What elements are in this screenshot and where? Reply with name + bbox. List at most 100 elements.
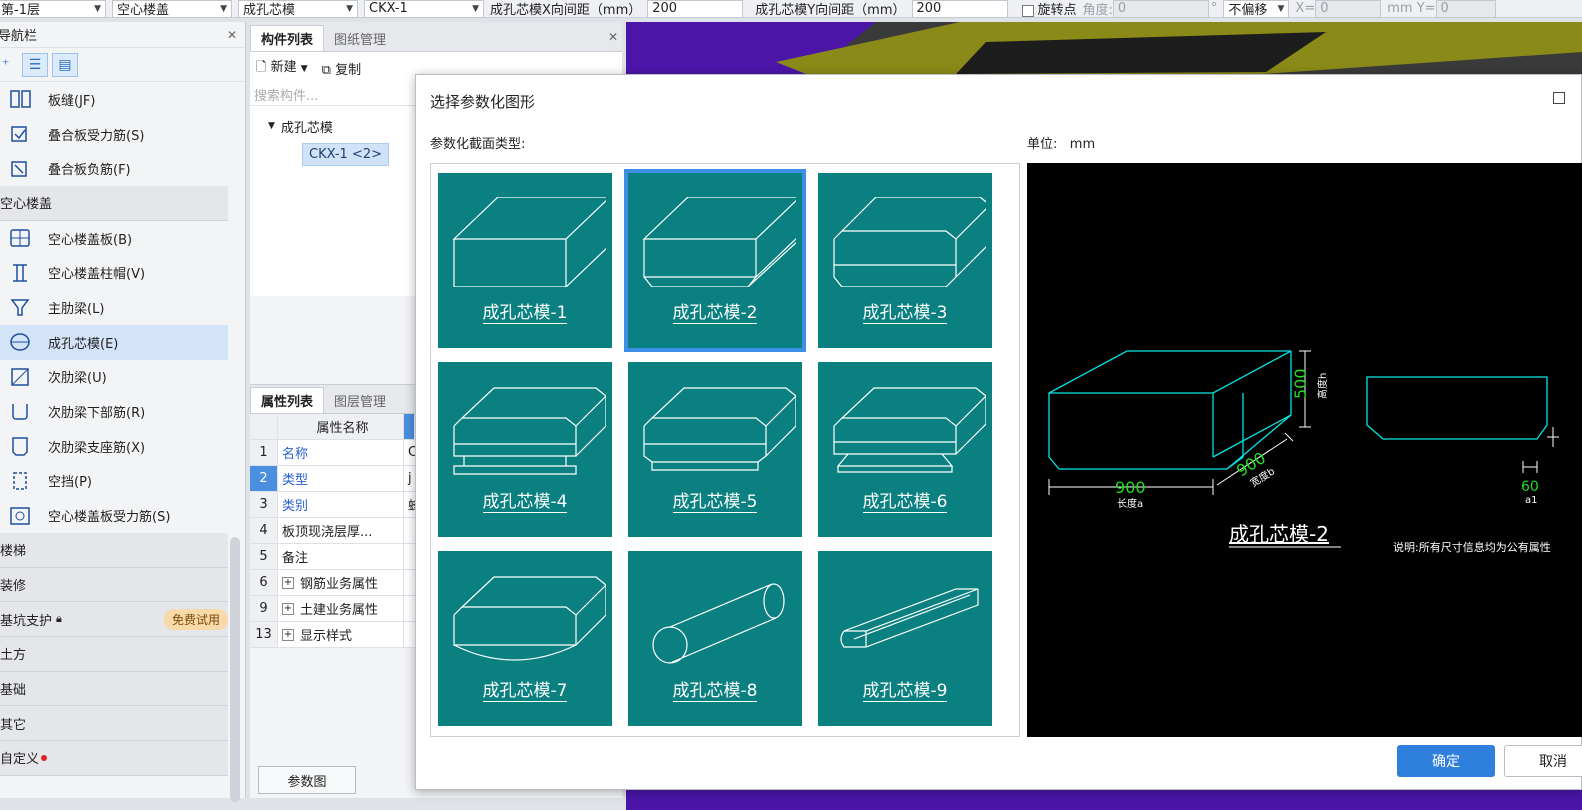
nav-category-decoration[interactable]: 装修 bbox=[0, 567, 228, 603]
degree-unit: ° bbox=[1210, 1, 1218, 16]
shape-5-icon bbox=[643, 387, 796, 471]
nav-category-other[interactable]: 其它 bbox=[0, 706, 228, 742]
dim-height: 500 bbox=[1291, 368, 1310, 399]
nav-scrollbar[interactable] bbox=[230, 537, 240, 802]
new-button[interactable]: 🗋︎ 新建 ▼ bbox=[256, 56, 308, 80]
nav-item-main-rib-beam[interactable]: 主肋梁(L) bbox=[0, 290, 228, 325]
chevron-down-icon: ▼ bbox=[472, 3, 479, 14]
free-trial-badge[interactable]: 免费试用 bbox=[163, 608, 228, 630]
shape-4-icon bbox=[453, 387, 606, 475]
nav-category-custom[interactable]: 自定义 bbox=[0, 741, 228, 776]
shape-tile-4[interactable]: 成孔芯模-4 bbox=[438, 362, 612, 537]
offset-select[interactable]: 不偏移 ▼ bbox=[1223, 0, 1290, 18]
nav-item-hollow-slab-rebar[interactable]: 空心楼盖板受力筋(S) bbox=[0, 498, 228, 533]
tree-item-ckx1[interactable]: CKX-1 <2> bbox=[302, 142, 390, 166]
preview-note: 说明:所有尺寸信息均为公有属性 bbox=[1393, 540, 1551, 554]
shape-tile-7[interactable]: 成孔芯模-7 bbox=[438, 551, 612, 726]
expand-icon[interactable]: ⁺ bbox=[2, 57, 18, 73]
nav-category-stairs[interactable]: 楼梯 bbox=[0, 532, 228, 568]
nav-item-column-cap[interactable]: 空心楼盖柱帽(V) bbox=[0, 255, 228, 290]
x-coord-label: X= bbox=[1295, 1, 1316, 16]
nav-item-hollow-core[interactable]: 成孔芯模(E) bbox=[0, 324, 228, 360]
nav-header: 导航栏 ✕ bbox=[0, 22, 245, 48]
tab-drawing-management[interactable]: 图纸管理 bbox=[324, 25, 396, 51]
y-coord-input[interactable]: 0 bbox=[1435, 0, 1496, 18]
new-file-icon: 🗋︎ bbox=[256, 60, 267, 75]
ok-button[interactable]: 确定 bbox=[1397, 745, 1495, 777]
shape-tile-6[interactable]: 成孔芯模-6 bbox=[818, 362, 992, 537]
expand-plus-icon[interactable]: + bbox=[282, 602, 294, 615]
cancel-button[interactable]: 取消 bbox=[1504, 745, 1582, 777]
expand-plus-icon[interactable]: + bbox=[282, 628, 294, 641]
chevron-down-icon: ▼ bbox=[1277, 3, 1285, 14]
nav-item-slab-joint[interactable]: 板缝(JF) bbox=[0, 82, 228, 117]
dialog-title: 选择参数化图形 bbox=[430, 93, 536, 111]
section-type-label: 参数化截面类型: bbox=[430, 137, 526, 152]
composite-neg-rebar-icon bbox=[8, 158, 32, 180]
top-toolbar: 第-1层 ▼ 空心楼盖 ▼ 成孔芯模 ▼ CKX-1 ▼ 成孔芯模X向间距（mm） 20… bbox=[0, 0, 1582, 18]
shape-grid-scrollbar[interactable] bbox=[1019, 270, 1020, 674]
x-spacing-input[interactable]: 200 bbox=[647, 0, 744, 18]
expand-plus-icon[interactable]: + bbox=[282, 576, 294, 589]
x-spacing-label: 成孔芯模X向间距（mm） bbox=[490, 3, 642, 18]
parameter-diagram-button[interactable]: 参数图 bbox=[258, 766, 356, 794]
nav-category-earthwork[interactable]: 土方 bbox=[0, 637, 228, 672]
angle-input[interactable]: 0 bbox=[1112, 0, 1209, 18]
nav-title: 导航栏 bbox=[0, 29, 38, 44]
shape-tile-3[interactable]: 成孔芯模-3 bbox=[818, 173, 992, 348]
rotate-point-toggle[interactable]: 旋转点 bbox=[1021, 0, 1077, 18]
slab-joint-icon bbox=[8, 88, 32, 110]
category-select[interactable]: 空心楼盖 ▼ bbox=[112, 0, 232, 18]
shape-6-icon bbox=[833, 387, 986, 473]
shape-tile-8[interactable]: 成孔芯模-8 bbox=[628, 551, 802, 726]
x-coord-input[interactable]: 0 bbox=[1315, 0, 1382, 18]
component-tabs: 构件列表 图纸管理 ✕ bbox=[250, 22, 622, 52]
close-icon[interactable]: ✕ bbox=[227, 28, 237, 42]
y-spacing-input[interactable]: 200 bbox=[911, 0, 1008, 18]
y-coord-label: mm Y= bbox=[1387, 1, 1436, 16]
copy-button[interactable]: ⧉ 复制 bbox=[322, 59, 361, 78]
copy-icon: ⧉ bbox=[321, 62, 331, 78]
tab-property-list[interactable]: 属性列表 bbox=[250, 387, 325, 413]
tab-layer-management[interactable]: 图层管理 bbox=[324, 387, 396, 413]
close-icon[interactable]: ✕ bbox=[608, 30, 618, 44]
dim-chamfer-label: a1 bbox=[1525, 495, 1538, 506]
nav-category-pit-support[interactable]: 基坑支护 🔒︎ 免费试用 bbox=[0, 602, 228, 637]
shape-1-icon bbox=[452, 197, 606, 287]
tab-component-list[interactable]: 构件列表 bbox=[250, 25, 325, 51]
chevron-down-icon: ▼ bbox=[220, 3, 227, 14]
nav-item-gap[interactable]: 空挡(P) bbox=[0, 464, 228, 499]
unit-value: mm bbox=[1069, 137, 1096, 152]
unit-label: 单位: mm bbox=[1027, 137, 1096, 152]
shape-7-icon bbox=[453, 576, 606, 661]
rib-beam-icon bbox=[8, 296, 32, 318]
maximize-icon[interactable] bbox=[1553, 92, 1565, 104]
shape-tile-5[interactable]: 成孔芯模-5 bbox=[628, 362, 802, 537]
shape-tile-1[interactable]: 成孔芯模-1 bbox=[438, 173, 612, 348]
shape-tile-2[interactable]: 成孔芯模-2 bbox=[624, 169, 806, 352]
nav-item-composite-neg-rebar[interactable]: 叠合板负筋(F) bbox=[0, 151, 228, 186]
detail-view-icon[interactable]: ▤ bbox=[52, 52, 78, 77]
chevron-down-icon: ▼ bbox=[346, 3, 353, 14]
nav-toolbar: ⁺ ☰ ▤ bbox=[0, 48, 245, 82]
dim-height-label: 高度h bbox=[1316, 373, 1329, 399]
shape-tile-9[interactable]: 成孔芯模-9 bbox=[818, 551, 992, 726]
checkbox-icon bbox=[1021, 4, 1034, 17]
app-window: 第-1层 ▼ 空心楼盖 ▼ 成孔芯模 ▼ CKX-1 ▼ 成孔芯模X向间距（mm） 20… bbox=[0, 0, 1582, 810]
type-select[interactable]: 成孔芯模 ▼ bbox=[238, 0, 358, 18]
hollow-core-icon bbox=[8, 331, 32, 353]
angle-label: 角度: bbox=[1082, 3, 1113, 18]
dim-length: 900 bbox=[1115, 478, 1146, 497]
nav-item-hollow-slab[interactable]: 空心楼盖板(B) bbox=[0, 221, 228, 256]
nav-category-foundation[interactable]: 基础 bbox=[0, 671, 228, 707]
floor-select[interactable]: 第-1层 ▼ bbox=[0, 0, 106, 18]
component-select[interactable]: CKX-1 ▼ bbox=[364, 0, 484, 18]
hollow-slab-icon bbox=[8, 227, 32, 249]
nav-item-composite-rebar[interactable]: 叠合板受力筋(S) bbox=[0, 117, 228, 152]
list-view-icon[interactable]: ☰ bbox=[22, 52, 48, 77]
support-rebar-icon bbox=[8, 435, 32, 457]
nav-item-secondary-rib-beam[interactable]: 次肋梁(U) bbox=[0, 360, 228, 395]
nav-category-hollow[interactable]: 空心楼盖 bbox=[0, 186, 228, 221]
nav-item-secondary-bottom-rebar[interactable]: 次肋梁下部筋(R) bbox=[0, 394, 228, 429]
nav-item-secondary-support-rebar[interactable]: 次肋梁支座筋(X) bbox=[0, 429, 228, 464]
